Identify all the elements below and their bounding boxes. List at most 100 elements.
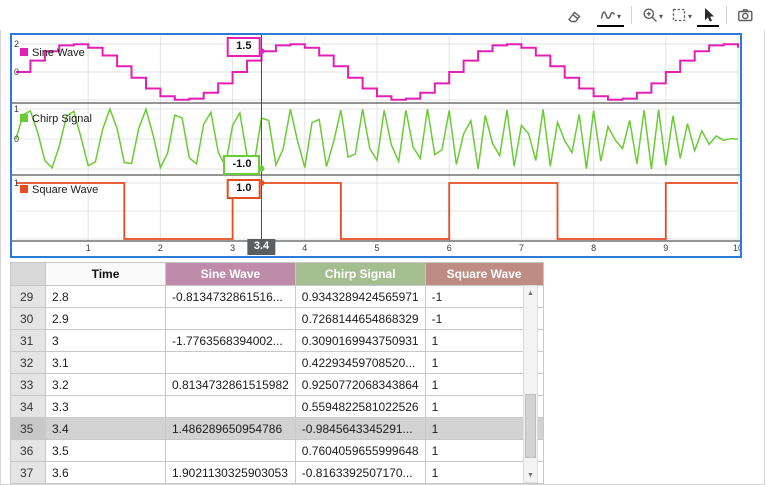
cell-sine-wave[interactable]: -1.7763568394002... bbox=[166, 330, 296, 352]
cell-time[interactable]: 3.4 bbox=[46, 418, 166, 440]
table-row[interactable]: 333.20.81347328615159820.925077206834386… bbox=[11, 374, 544, 396]
cursor-value-box[interactable]: -1.0 bbox=[224, 155, 261, 175]
y-tick-label: 2 bbox=[14, 39, 19, 49]
legend-label: Chirp Signal bbox=[32, 113, 92, 125]
header-square-wave: Square Wave bbox=[425, 263, 543, 286]
cell-chirp-signal[interactable]: 0.9250772068343864 bbox=[295, 374, 425, 396]
table-row[interactable]: 313-1.7763568394002...0.3090169943750931… bbox=[11, 330, 544, 352]
cell-chirp-signal[interactable]: 0.7604059655999648 bbox=[295, 440, 425, 462]
scope-plot-area[interactable]: 2010112345678910Sine WaveChirp SignalSqu… bbox=[10, 33, 742, 258]
scroll-down-button[interactable]: ▼ bbox=[524, 468, 537, 482]
cell-chirp-signal[interactable]: 0.42293459708520... bbox=[295, 352, 425, 374]
signal-trace-button[interactable]: ▾ bbox=[597, 4, 624, 27]
y-tick-label: 1 bbox=[14, 104, 19, 114]
scrollbar-thumb[interactable] bbox=[525, 394, 536, 458]
x-tick-label: 6 bbox=[447, 243, 452, 253]
cell-sine-wave[interactable] bbox=[166, 352, 296, 374]
table-row[interactable]: 373.61.9021130325903053-0.8163392507170.… bbox=[11, 462, 544, 484]
scroll-up-button[interactable]: ▲ bbox=[524, 286, 537, 300]
marquee-select-button[interactable]: ▾ bbox=[668, 4, 695, 27]
row-index-cell[interactable]: 34 bbox=[11, 396, 46, 418]
x-tick-label: 4 bbox=[302, 243, 307, 253]
chevron-down-icon[interactable]: ▾ bbox=[659, 13, 663, 21]
table-row[interactable]: 302.90.7268144654868329-1 bbox=[11, 308, 544, 330]
header-chirp-signal: Chirp Signal bbox=[295, 263, 425, 286]
pointer-icon bbox=[700, 7, 716, 23]
row-index-cell[interactable]: 29 bbox=[11, 286, 46, 308]
scope-toolbar: ▾ ▾ ▾ bbox=[0, 0, 765, 30]
cell-time[interactable]: 3.5 bbox=[46, 440, 166, 462]
row-index-cell[interactable]: 33 bbox=[11, 374, 46, 396]
cell-sine-wave[interactable] bbox=[166, 396, 296, 418]
row-index-cell[interactable]: 37 bbox=[11, 462, 46, 484]
cursor-value-box[interactable]: 1.5 bbox=[227, 37, 260, 57]
cell-sine-wave[interactable]: 1.9021130325903053 bbox=[166, 462, 296, 484]
camera-icon bbox=[737, 7, 754, 23]
legend-swatch bbox=[20, 114, 28, 122]
legend-label: Square Wave bbox=[32, 184, 98, 196]
header-index bbox=[11, 263, 46, 286]
cell-time[interactable]: 3.6 bbox=[46, 462, 166, 484]
y-tick-label: 0 bbox=[14, 67, 19, 77]
toolbar-separator bbox=[631, 6, 632, 24]
cell-sine-wave[interactable] bbox=[166, 308, 296, 330]
cell-chirp-signal[interactable]: 0.3090169943750931 bbox=[295, 330, 425, 352]
row-index-cell[interactable]: 30 bbox=[11, 308, 46, 330]
table-row[interactable]: 343.30.55948225810225261 bbox=[11, 396, 544, 418]
chevron-down-icon[interactable]: ▾ bbox=[617, 13, 621, 21]
zoom-button[interactable]: ▾ bbox=[639, 4, 666, 27]
header-sine-wave: Sine Wave bbox=[166, 263, 296, 286]
cell-chirp-signal[interactable]: 0.9343289424565971 bbox=[295, 286, 425, 308]
legend-label: Sine Wave bbox=[32, 47, 85, 59]
signal-data-table: Time Sine Wave Chirp Signal Square Wave … bbox=[10, 262, 544, 484]
cursor-value-box[interactable]: 1.0 bbox=[227, 179, 260, 199]
camera-button[interactable] bbox=[734, 4, 757, 27]
cell-sine-wave[interactable]: 0.8134732861515982 bbox=[166, 374, 296, 396]
x-tick-label: 7 bbox=[519, 243, 524, 253]
cursor-time-badge[interactable]: 3.4 bbox=[248, 239, 275, 255]
chevron-down-icon[interactable]: ▾ bbox=[688, 13, 692, 21]
cell-chirp-signal[interactable]: -0.9845643345291... bbox=[295, 418, 425, 440]
cell-sine-wave[interactable]: 1.486289650954786 bbox=[166, 418, 296, 440]
legend-swatch bbox=[20, 185, 28, 193]
row-index-cell[interactable]: 36 bbox=[11, 440, 46, 462]
x-tick-label: 10 bbox=[733, 243, 740, 253]
cell-sine-wave[interactable]: -0.8134732861516... bbox=[166, 286, 296, 308]
x-tick-label: 3 bbox=[230, 243, 235, 253]
cell-time[interactable]: 3.2 bbox=[46, 374, 166, 396]
y-tick-label: 1 bbox=[14, 178, 19, 188]
row-index-cell[interactable]: 32 bbox=[11, 352, 46, 374]
cell-chirp-signal[interactable]: 0.5594822581022526 bbox=[295, 396, 425, 418]
zoom-in-icon bbox=[642, 7, 658, 23]
signal-trace-icon bbox=[600, 7, 616, 23]
header-time: Time bbox=[46, 263, 166, 286]
chevron-up-icon: ▲ bbox=[527, 290, 534, 297]
cell-chirp-signal[interactable]: -0.8163392507170... bbox=[295, 462, 425, 484]
table-row[interactable]: 353.41.486289650954786-0.9845643345291..… bbox=[11, 418, 544, 440]
x-tick-label: 9 bbox=[663, 243, 668, 253]
cell-time[interactable]: 3.3 bbox=[46, 396, 166, 418]
x-tick-label: 5 bbox=[374, 243, 379, 253]
marquee-select-icon bbox=[671, 7, 687, 23]
table-row[interactable]: 323.10.42293459708520...1 bbox=[11, 352, 544, 374]
erase-button[interactable] bbox=[563, 4, 585, 27]
legend-swatch bbox=[20, 48, 28, 56]
pointer-button[interactable] bbox=[697, 4, 719, 27]
chevron-down-icon: ▼ bbox=[527, 472, 534, 479]
table-scrollbar[interactable]: ▲ ▼ bbox=[523, 285, 538, 483]
cell-time[interactable]: 2.9 bbox=[46, 308, 166, 330]
y-tick-label: 0 bbox=[14, 134, 19, 144]
cell-sine-wave[interactable] bbox=[166, 440, 296, 462]
row-index-cell[interactable]: 35 bbox=[11, 418, 46, 440]
row-index-cell[interactable]: 31 bbox=[11, 330, 46, 352]
cell-chirp-signal[interactable]: 0.7268144654868329 bbox=[295, 308, 425, 330]
table-row[interactable]: 363.50.76040596559996481 bbox=[11, 440, 544, 462]
cell-time[interactable]: 3.1 bbox=[46, 352, 166, 374]
x-tick-label: 2 bbox=[158, 243, 163, 253]
scope-canvas[interactable]: 2010112345678910Sine WaveChirp SignalSqu… bbox=[12, 35, 740, 256]
toolbar-separator bbox=[726, 6, 727, 24]
cell-time[interactable]: 2.8 bbox=[46, 286, 166, 308]
table-row[interactable]: 292.8-0.8134732861516...0.93432894245659… bbox=[11, 286, 544, 308]
eraser-icon bbox=[566, 7, 582, 23]
cell-time[interactable]: 3 bbox=[46, 330, 166, 352]
